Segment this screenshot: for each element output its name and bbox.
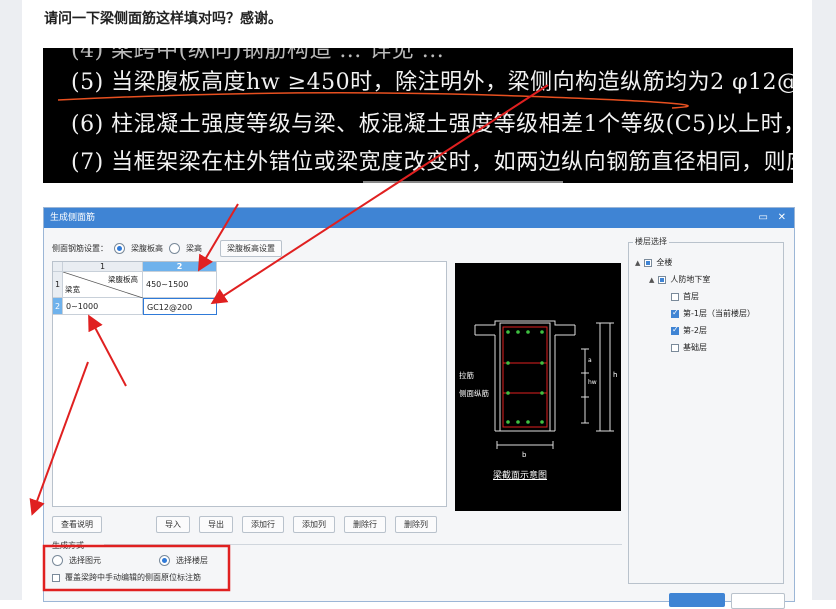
checkbox-first-floor[interactable] — [671, 292, 679, 301]
radio-select-element[interactable] — [52, 555, 63, 566]
page-left-margin — [0, 0, 22, 600]
tree-label-first-floor: 首层 — [683, 292, 699, 301]
close-icon[interactable]: ✕ — [778, 208, 786, 228]
cancel-button[interactable] — [731, 593, 785, 609]
spec-screenshot: (4) 梁跨中(纵向)钢筋构造 ... 详见 ... (5) 当梁腹板高度hw … — [43, 48, 793, 183]
tree-label-floor-minus2: 第-2层 — [683, 326, 707, 335]
generation-mode-label: 生成方式 — [52, 541, 84, 550]
checkbox-civil-defense[interactable] — [658, 275, 667, 284]
override-option: 覆盖梁跨中手动编辑的侧面原位标注筋 — [52, 572, 201, 583]
tree-label-all: 全楼 — [656, 258, 673, 267]
checkbox-floor-minus1[interactable] — [671, 308, 679, 318]
radio-select-floor-label[interactable]: 选择楼层 — [176, 555, 208, 566]
add-row-button[interactable]: 添加行 — [242, 516, 284, 533]
radio-beam-height[interactable] — [169, 243, 180, 254]
generation-mode-options: 选择图元 选择楼层 — [52, 555, 208, 566]
row-header-1[interactable]: 1 — [53, 272, 63, 298]
tree-label-civil-defense: 人防地下室 — [670, 275, 711, 284]
export-button[interactable]: 导出 — [199, 516, 233, 533]
floor-selection-panel: 楼层选择 ▲ 全楼 ▲ 人防地下室 首层 第-1层（当前楼层） 第-2层 基础层 — [628, 236, 784, 584]
tree-item-civil-defense[interactable]: ▲ 人防地下室 — [649, 274, 710, 285]
dim-h: h — [613, 371, 618, 379]
side-bar-table: 1 2 1 梁腹板高 梁宽 450~1500 2 0~1000 GC12@200 — [52, 261, 447, 507]
col-header-1[interactable]: 1 — [63, 262, 143, 272]
import-button[interactable]: 导入 — [156, 516, 190, 533]
delete-column-button[interactable]: 删除列 — [395, 516, 437, 533]
tree-label-foundation: 基础层 — [683, 343, 707, 352]
tree-item-all[interactable]: ▲ 全楼 — [635, 257, 672, 268]
radio-select-element-label[interactable]: 选择图元 — [69, 555, 101, 566]
col-header-2[interactable]: 2 — [143, 262, 217, 272]
delete-row-button[interactable]: 删除行 — [344, 516, 386, 533]
side-bar-label: 侧面纵筋 — [459, 389, 489, 398]
page-right-margin — [812, 0, 836, 600]
tree-label-floor-minus1: 第-1层（当前楼层） — [683, 309, 755, 318]
spec-cropped-strip — [363, 181, 563, 183]
beam-section-diagram: 拉筋 侧面纵筋 b a hw h 梁截面示意图 — [455, 263, 621, 511]
floor-panel-title: 楼层选择 — [633, 236, 669, 247]
maximize-icon[interactable]: ▭ — [759, 208, 768, 228]
override-checkbox-label[interactable]: 覆盖梁跨中手动编辑的侧面原位标注筋 — [65, 572, 201, 583]
radio-web-height[interactable] — [114, 243, 125, 254]
spec-line-6: (6) 柱混凝土强度等级与梁、板混凝土强度等级相差1个等级(C5)以上时，详附图… — [71, 112, 793, 137]
spec-line-4: (4) 梁跨中(纵向)钢筋构造 ... 详见 ... — [71, 48, 445, 63]
dialog-titlebar: 生成侧面筋 ▭ ✕ — [44, 208, 794, 228]
radio-web-height-label[interactable]: 梁腹板高 — [131, 243, 163, 254]
diag-web-height-label: 梁腹板高 — [108, 275, 138, 284]
question-text: 请问一下梁侧面筋这样填对吗？感谢。 — [44, 11, 282, 27]
tree-item-first-floor[interactable]: 首层 — [671, 291, 699, 302]
add-column-button[interactable]: 添加列 — [293, 516, 335, 533]
row-header-2[interactable]: 2 — [53, 298, 63, 315]
dim-hw: hw — [588, 379, 597, 386]
dim-b: b — [522, 451, 527, 459]
override-checkbox[interactable] — [52, 573, 60, 582]
ok-button[interactable] — [669, 593, 725, 607]
checkbox-all[interactable] — [644, 258, 653, 267]
settings-label: 侧面钢筋设置： — [52, 244, 108, 253]
radio-select-floor[interactable] — [159, 555, 170, 566]
checkbox-floor-minus2[interactable] — [671, 325, 679, 335]
section-caption: 梁截面示意图 — [493, 471, 548, 481]
tree-item-floor-minus2[interactable]: 第-2层 — [671, 325, 707, 336]
generate-side-bars-dialog: 生成侧面筋 ▭ ✕ 侧面钢筋设置： 梁腹板高 梁高 梁腹板高设置 1 2 1 梁… — [43, 207, 795, 609]
diagonal-header-cell: 梁腹板高 梁宽 — [63, 272, 143, 298]
tree-item-foundation[interactable]: 基础层 — [671, 342, 707, 353]
dim-a: a — [588, 357, 592, 364]
checkbox-foundation[interactable] — [671, 343, 679, 352]
settings-row: 侧面钢筋设置： 梁腹板高 梁高 梁腹板高设置 — [52, 240, 282, 257]
spec-line-5: (5) 当梁腹板高度hw ≥450时，除注明外，梁侧向构造纵筋均为2 φ12@2… — [71, 70, 793, 95]
spec-line-7: (7) 当框架梁在柱外错位或梁宽度改变时，如两边纵向钢筋直径相同，则应尽量拉通，… — [71, 150, 793, 175]
web-height-setting-button[interactable]: 梁腹板高设置 — [220, 240, 282, 257]
diag-beam-width-label: 梁宽 — [65, 285, 80, 294]
width-range-cell[interactable]: 0~1000 — [63, 298, 143, 315]
radio-beam-height-label[interactable]: 梁高 — [186, 243, 202, 254]
tree-item-floor-minus1[interactable]: 第-1层（当前楼层） — [671, 308, 755, 319]
button-spacer — [111, 516, 147, 533]
range-header-cell[interactable]: 450~1500 — [143, 272, 217, 298]
view-notes-button[interactable]: 查看说明 — [52, 516, 102, 533]
expand-icon[interactable]: ▲ — [635, 259, 640, 267]
rebar-value-cell[interactable]: GC12@200 — [143, 298, 217, 315]
table-corner — [53, 262, 63, 272]
table-button-row: 查看说明 导入 导出 添加行 添加列 删除行 删除列 — [52, 516, 437, 533]
tie-bar-label: 拉筋 — [459, 371, 474, 380]
expand-icon[interactable]: ▲ — [649, 276, 654, 284]
dialog-title: 生成侧面筋 — [50, 213, 96, 223]
generation-mode-divider — [104, 544, 622, 545]
